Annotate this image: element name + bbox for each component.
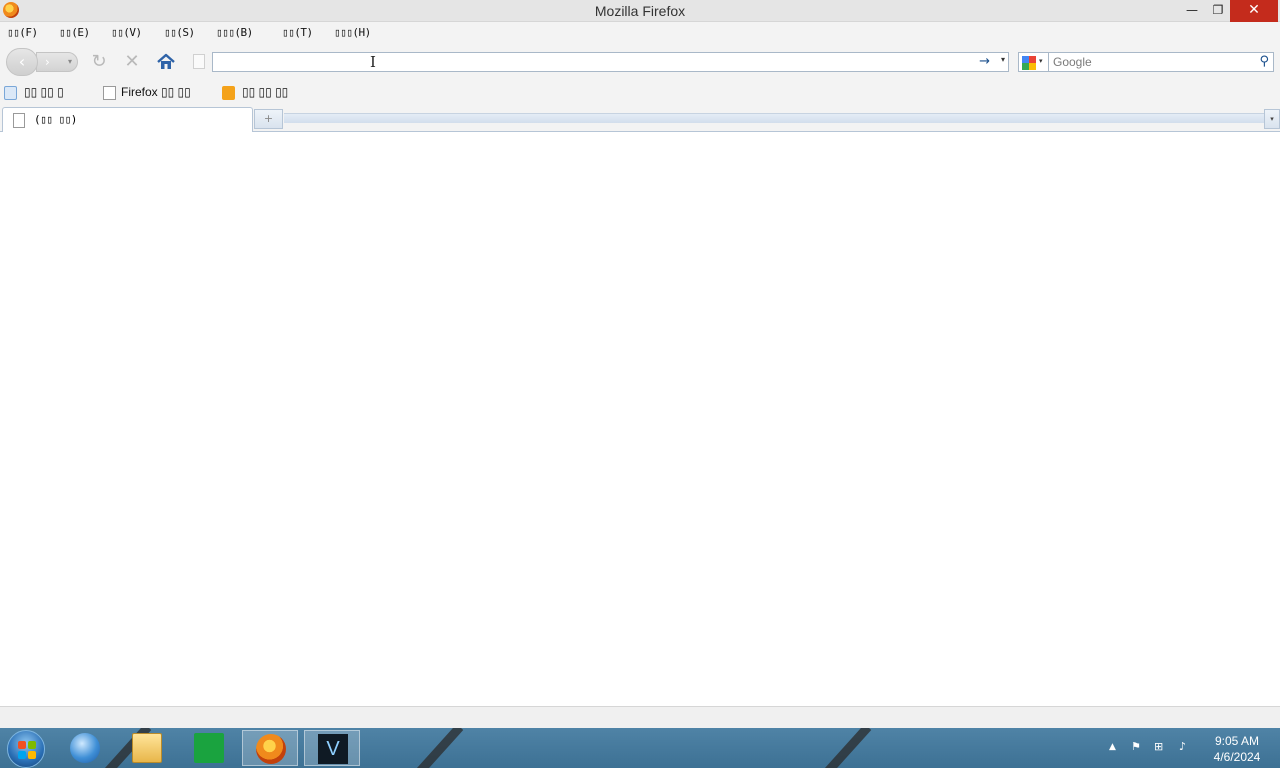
bookmark-item[interactable]: ▯▯ ▯▯ ▯▯ — [242, 85, 288, 101]
back-button[interactable]: ‹ — [6, 48, 38, 76]
wallpaper-stroke — [817, 728, 872, 768]
taskbar-file-explorer[interactable] — [119, 730, 175, 766]
wallpaper-stroke — [409, 728, 464, 768]
menu-tools[interactable]: ▯▯(T) — [282, 26, 313, 39]
navigation-toolbar: › ▾ ‹ ↻ ✕ I → ▾ ▾ ⚲ — [0, 44, 1280, 80]
rss-icon — [222, 86, 235, 100]
bookmarks-toolbar: ▯▯ ▯▯ ▯ Firefox ▯▯ ▯▯ ▯▯ ▯▯ ▯▯ — [0, 80, 1280, 104]
search-box[interactable]: ⚲ — [1048, 52, 1274, 72]
google-icon — [1022, 56, 1036, 70]
start-icon — [18, 741, 36, 759]
v-app-icon: V — [318, 734, 348, 764]
volume-muted-icon[interactable]: ♪ — [1179, 740, 1186, 753]
forward-button[interactable]: › ▾ — [36, 52, 78, 72]
search-icon[interactable]: ⚲ — [1259, 54, 1269, 69]
new-tab-button[interactable]: + — [254, 109, 283, 129]
clock-time: 9:05 AM — [1214, 734, 1260, 748]
search-icon — [4, 86, 17, 100]
reload-icon: ↻ — [91, 51, 107, 72]
url-dropdown-icon[interactable]: ▾ — [1001, 55, 1005, 64]
forward-icon: › — [45, 55, 50, 69]
close-button[interactable]: ✕ — [1230, 0, 1278, 22]
chevron-down-icon: ▾ — [1270, 115, 1274, 123]
site-identity-icon[interactable] — [193, 54, 205, 69]
title-bar: Mozilla Firefox — ❐ ✕ — [0, 0, 1280, 22]
menu-view[interactable]: ▯▯(V) — [111, 26, 142, 39]
menu-bar: ▯▯(F) ▯▯(E) ▯▯(V) ▯▯(S) ▯▯▯(B) ▯▯(T) ▯▯▯… — [0, 22, 1280, 44]
menu-file[interactable]: ▯▯(F) — [7, 26, 38, 39]
tab-rail — [284, 113, 1264, 123]
taskbar-firefox[interactable] — [242, 730, 298, 766]
status-bar — [0, 706, 1280, 728]
taskbar-internet-explorer[interactable] — [57, 730, 113, 766]
go-arrow-icon[interactable]: → — [979, 54, 990, 69]
page-content[interactable] — [0, 133, 1280, 706]
start-button[interactable] — [7, 730, 45, 768]
network-icon[interactable]: ⊞ — [1154, 740, 1163, 753]
show-hidden-icons-button[interactable]: ▲ — [1109, 742, 1116, 752]
page-icon — [13, 113, 25, 128]
restore-button[interactable]: ❐ — [1204, 0, 1232, 22]
clock[interactable]: 9:05 AM 4/6/2024 — [1206, 733, 1268, 765]
text-cursor-icon: I — [370, 53, 376, 71]
stop-icon: ✕ — [124, 51, 140, 72]
list-all-tabs-button[interactable]: ▾ — [1264, 109, 1280, 129]
menu-help[interactable]: ▯▯▯(H) — [334, 26, 371, 39]
action-center-flag-icon[interactable]: ⚑ — [1131, 740, 1141, 753]
clock-date: 4/6/2024 — [1213, 750, 1261, 764]
home-icon — [157, 53, 175, 69]
tab-label: (▯▯ ▯▯) — [34, 113, 77, 126]
search-engine-button[interactable]: ▾ — [1018, 52, 1048, 72]
url-bar[interactable]: I → ▾ — [212, 52, 1009, 72]
window-title: Mozilla Firefox — [594, 3, 686, 19]
file-explorer-icon — [132, 733, 162, 763]
menu-bookmarks[interactable]: ▯▯▯(B) — [216, 26, 253, 39]
page-icon — [103, 86, 116, 100]
taskbar: V ▲ ⚑ ⊞ ♪ 9:05 AM 4/6/2024 — [0, 728, 1280, 768]
internet-explorer-icon — [70, 733, 100, 763]
menu-history[interactable]: ▯▯(S) — [164, 26, 195, 39]
tab-strip: (▯▯ ▯▯) + ▾ — [0, 104, 1280, 132]
menu-edit[interactable]: ▯▯(E) — [59, 26, 90, 39]
bookmark-item[interactable]: Firefox ▯▯ ▯▯ — [121, 85, 191, 101]
firefox-icon — [256, 734, 286, 764]
minimize-button[interactable]: — — [1178, 0, 1206, 22]
bookmark-item[interactable]: ▯▯ ▯▯ ▯ — [24, 85, 64, 101]
reload-button[interactable]: ↻ — [88, 51, 110, 73]
tab-untitled[interactable]: (▯▯ ▯▯) — [2, 107, 253, 132]
back-icon: ‹ — [18, 52, 26, 71]
taskbar-store[interactable] — [181, 730, 237, 766]
stop-button[interactable]: ✕ — [121, 51, 143, 73]
search-engine-dropdown-icon: ▾ — [1039, 57, 1043, 65]
search-input[interactable] — [1053, 55, 1248, 69]
history-dropdown-icon[interactable]: ▾ — [68, 53, 72, 71]
store-icon — [194, 733, 224, 763]
taskbar-v-app[interactable]: V — [304, 730, 360, 766]
home-button[interactable] — [155, 51, 177, 73]
plus-icon: + — [263, 112, 274, 125]
